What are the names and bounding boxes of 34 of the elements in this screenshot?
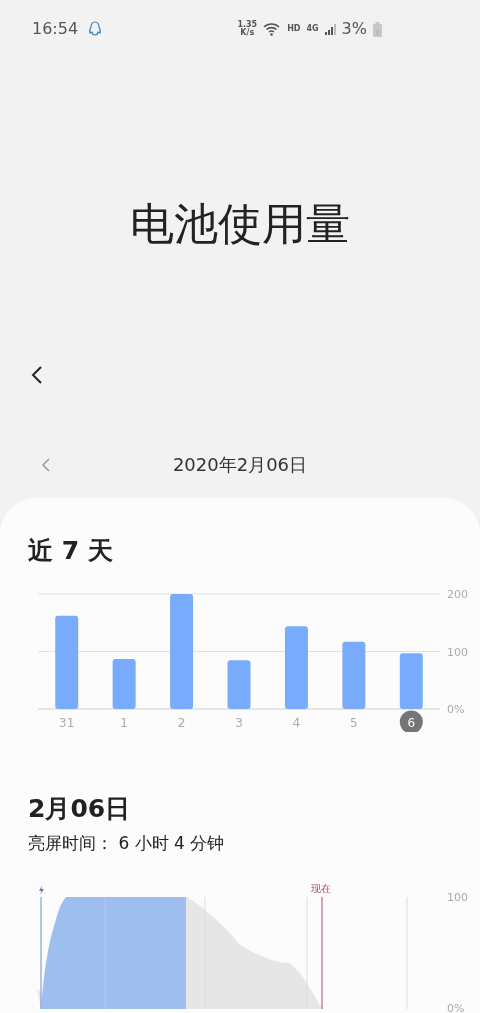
- day-label[interactable]: 2: [177, 715, 186, 730]
- bar: [399, 652, 423, 709]
- screen-time: 亮屏时间： 6 小时 4 分钟: [28, 831, 226, 855]
- network-speed: 1.35 K/s: [237, 21, 258, 38]
- bar: [112, 658, 136, 709]
- clock: 16:54: [32, 18, 79, 41]
- axis-label: 100: [447, 645, 468, 658]
- now-label: 现在: [311, 882, 331, 896]
- day-label[interactable]: 3: [235, 715, 243, 730]
- penguin-icon: [88, 21, 103, 38]
- day-title: 2月06日: [28, 792, 132, 825]
- network-type: 4G: [306, 23, 319, 36]
- selected-day[interactable]: 6: [399, 710, 423, 732]
- battery-percent: 3%: [341, 18, 367, 41]
- day-label[interactable]: 5: [350, 715, 358, 730]
- day-label[interactable]: 4: [292, 715, 301, 730]
- bar: [342, 641, 366, 709]
- back-icon: [31, 364, 43, 385]
- axis-label: 0%: [447, 1001, 465, 1013]
- signal-icon: [324, 23, 336, 35]
- bar: [227, 659, 251, 709]
- axis-label: 0%: [447, 702, 465, 716]
- battery-icon: [373, 21, 382, 37]
- axis-label: 100: [447, 890, 468, 906]
- hd-label: HD: [287, 23, 301, 36]
- page-title: 电池使用量: [129, 196, 351, 251]
- date-label: 2020年2月06日: [171, 452, 309, 477]
- wifi-icon: [263, 22, 282, 36]
- chevron-left-icon: [42, 457, 50, 472]
- day-label[interactable]: 31: [59, 715, 75, 730]
- day-label[interactable]: 1: [120, 715, 128, 730]
- axis-label: 200: [447, 587, 468, 601]
- section-title: 近 7 天: [28, 535, 114, 567]
- x-tick-label: 6: [407, 715, 416, 730]
